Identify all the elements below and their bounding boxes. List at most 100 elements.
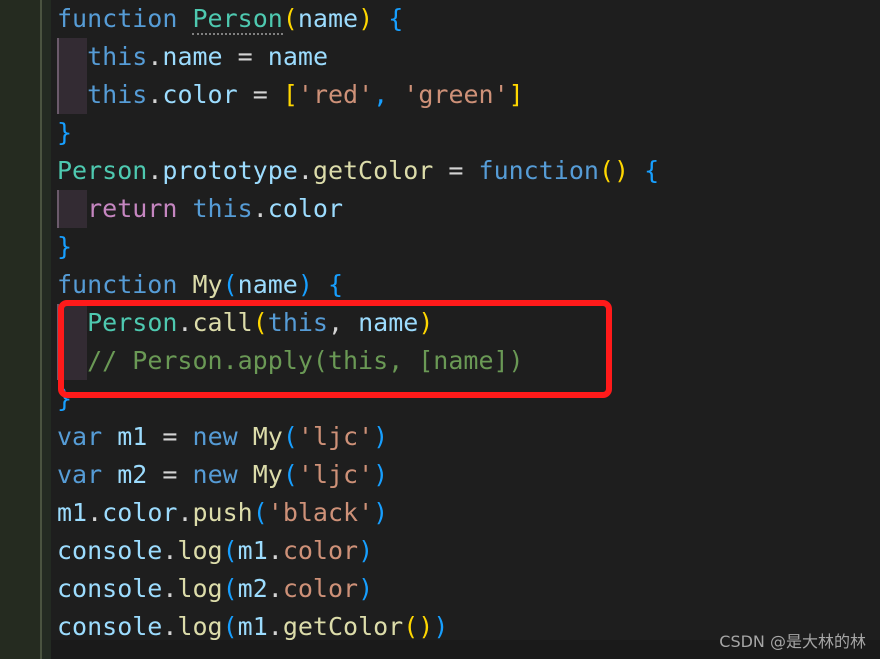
code-token: [: [282, 80, 298, 109]
code-token: call: [192, 308, 253, 337]
editor-gutter-inner: [42, 0, 51, 659]
code-token: (: [222, 270, 238, 299]
code-line[interactable]: function My(name) {: [51, 266, 880, 304]
code-line[interactable]: Person.prototype.getColor = function() {: [51, 152, 880, 190]
code-token: this: [87, 80, 148, 109]
code-token: .: [162, 536, 178, 565]
code-token: 'ljc': [297, 422, 374, 451]
code-token: getColor: [282, 612, 404, 641]
code-token: (: [282, 422, 298, 451]
code-token: (: [222, 536, 238, 565]
code-token: log: [177, 574, 223, 603]
code-token: {: [328, 270, 344, 299]
code-token: (: [598, 156, 614, 185]
code-token: (: [282, 460, 298, 489]
code-token: 'black': [267, 498, 374, 527]
code-token: push: [192, 498, 253, 527]
code-token: }: [57, 118, 73, 147]
code-token: ,: [327, 308, 344, 337]
code-token: My: [252, 460, 283, 489]
code-token: =: [237, 42, 253, 71]
code-token: ): [614, 156, 630, 185]
code-line[interactable]: this.color = ['red', 'green']: [51, 76, 880, 114]
code-token: .: [147, 156, 163, 185]
code-token: m1: [117, 422, 148, 451]
code-token: var: [57, 460, 103, 489]
code-token: m2: [117, 460, 148, 489]
code-token: .: [297, 156, 313, 185]
code-token: .: [147, 42, 163, 71]
code-token: .: [267, 536, 283, 565]
code-line[interactable]: this.name = name: [51, 38, 880, 76]
code-token: Person: [87, 308, 178, 337]
code-token: ]: [508, 80, 524, 109]
code-line[interactable]: Person.call(this, name): [51, 304, 880, 342]
code-token: return: [87, 194, 178, 223]
code-line[interactable]: var m2 = new My('ljc'): [51, 456, 880, 494]
code-line[interactable]: return this.color: [51, 190, 880, 228]
code-token: m2: [237, 574, 268, 603]
code-line[interactable]: }: [51, 380, 880, 418]
code-token: My: [192, 270, 223, 299]
code-token: (: [222, 612, 238, 641]
code-token: m1: [237, 612, 268, 641]
code-token: .: [177, 498, 193, 527]
code-line[interactable]: }: [51, 114, 880, 152]
code-token: // Person.apply(this, [name]): [87, 346, 524, 375]
code-token: .: [87, 498, 103, 527]
csdn-watermark: CSDN @是大林的林: [719, 632, 866, 651]
code-token: ): [358, 574, 374, 603]
code-line-list[interactable]: function Person(name) { this.name = name…: [51, 0, 880, 646]
code-token: ): [418, 308, 434, 337]
code-line[interactable]: var m1 = new My('ljc'): [51, 418, 880, 456]
code-token: name: [267, 42, 329, 71]
code-token: name: [297, 4, 359, 33]
code-line[interactable]: console.log(m1.color): [51, 532, 880, 570]
code-line[interactable]: m1.color.push('black'): [51, 494, 880, 532]
code-token: .: [267, 612, 283, 641]
code-token: .: [177, 308, 193, 337]
code-line[interactable]: function Person(name) {: [51, 0, 880, 38]
code-token: m1: [57, 498, 88, 527]
code-token: (: [282, 4, 298, 33]
code-token: ): [297, 270, 313, 299]
code-token: ): [373, 460, 389, 489]
code-token: =: [252, 80, 268, 109]
code-token: My: [252, 422, 283, 451]
code-token: console: [57, 612, 163, 641]
code-token: name: [162, 42, 223, 71]
code-token: =: [162, 422, 178, 451]
code-editor-surface[interactable]: function Person(name) { this.name = name…: [51, 0, 880, 641]
code-token: new: [192, 422, 238, 451]
code-line[interactable]: console.log(m2.color): [51, 570, 880, 608]
code-token: Person: [57, 156, 148, 185]
code-token: =: [162, 460, 178, 489]
code-token: name: [237, 270, 298, 299]
code-token: =: [448, 156, 464, 185]
code-token: (: [403, 612, 419, 641]
code-token: var: [57, 422, 103, 451]
code-token: this: [267, 308, 328, 337]
code-token: {: [644, 156, 660, 185]
code-line[interactable]: // Person.apply(this, [name]): [51, 342, 880, 380]
code-token: name: [358, 308, 419, 337]
code-token: color: [282, 536, 359, 565]
code-token: .: [252, 194, 268, 223]
code-line[interactable]: }: [51, 228, 880, 266]
